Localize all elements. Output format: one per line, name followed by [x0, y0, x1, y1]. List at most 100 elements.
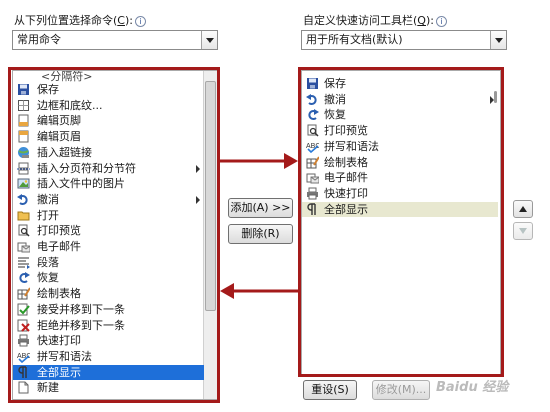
list-item[interactable]: 撤消	[302, 92, 498, 107]
quick-print-icon	[307, 187, 318, 200]
draw-table-icon	[306, 155, 319, 168]
list-item[interactable]: 打印预览	[13, 223, 204, 238]
available-commands-list[interactable]: <分隔符> 保存 边框和底纹... 编辑页脚 编辑页眉 插入超链接 插入分页符和分节符 插入…	[12, 70, 218, 400]
arrow-down-icon	[519, 228, 527, 234]
list-item[interactable]: 全部显示	[13, 364, 204, 380]
left-list-scroll-thumb[interactable]	[205, 81, 216, 311]
list-item-label: 打印预览	[37, 224, 81, 238]
show-all-icon	[18, 365, 27, 378]
list-item-label: 拒绝并移到下一条	[37, 318, 125, 332]
quick-print-icon	[18, 334, 29, 347]
list-item-label: 恢复	[37, 271, 59, 285]
quick-access-toolbar-list[interactable]: 保存撤消恢复打印预览 ABC 拼写和语法 绘制表格电子邮件 快速打印 全部显示	[301, 70, 501, 375]
customize-qat-label: 自定义快速访问工具栏(Q): i	[303, 12, 447, 28]
submenu-arrow-icon	[196, 195, 200, 204]
list-item-label: 打印预览	[324, 124, 368, 138]
reject-change-icon	[17, 319, 30, 332]
list-item[interactable]: 编辑页眉	[13, 129, 204, 144]
list-item[interactable]: 插入文件中的图片	[13, 176, 204, 191]
list-item-label: 恢复	[324, 108, 346, 122]
borders-icon	[18, 99, 29, 111]
list-item-label: 插入分页符和分节符	[37, 161, 136, 175]
list-item[interactable]: 边框和底纹...	[13, 98, 204, 113]
list-item-label: 快速打印	[37, 334, 81, 348]
list-item[interactable]: 接受并移到下一条	[13, 302, 204, 317]
choose-commands-from-dropdown[interactable]: 常用命令	[12, 30, 218, 50]
info-icon: i	[134, 15, 146, 27]
accept-change-icon	[17, 303, 30, 316]
list-item[interactable]: 快速打印	[13, 333, 204, 348]
list-item[interactable]: 恢复	[13, 270, 204, 285]
arrow-right-annotation	[220, 153, 298, 169]
print-preview-icon	[18, 224, 30, 237]
list-item[interactable]: 保存	[302, 76, 498, 91]
save-icon	[18, 84, 29, 95]
list-item[interactable]: 绘制表格	[13, 286, 204, 301]
header-icon	[18, 130, 29, 143]
customize-qat-scope-dropdown[interactable]: 用于所有文档(默认)	[301, 30, 507, 50]
remove-button[interactable]: 删除(R)	[228, 224, 293, 244]
email-icon	[306, 173, 319, 184]
list-item-label: 接受并移到下一条	[37, 302, 125, 316]
list-item[interactable]: 插入超链接	[13, 145, 204, 160]
list-item[interactable]: 段落	[13, 255, 204, 270]
list-item[interactable]: 编辑页脚	[13, 113, 204, 128]
list-item-label: 绘制表格	[324, 155, 368, 169]
list-item-label: 全部显示	[37, 365, 81, 379]
list-item[interactable]: 保存	[13, 82, 204, 97]
spelling-icon: ABC	[17, 353, 30, 363]
arrow-up-icon	[519, 206, 527, 212]
list-item-label: 段落	[37, 255, 59, 269]
list-item[interactable]: 绘制表格	[302, 155, 498, 170]
list-item[interactable]: 快速打印	[302, 186, 498, 201]
list-item[interactable]: 全部显示	[302, 201, 498, 217]
list-item[interactable]: 打开	[13, 208, 204, 223]
list-item-label: 绘制表格	[37, 287, 81, 301]
list-item-label: 编辑页脚	[37, 114, 81, 128]
list-item-label: 电子邮件	[324, 171, 368, 185]
modify-button[interactable]: 修改(M)...	[372, 380, 430, 400]
info-icon: i	[435, 15, 447, 27]
list-item[interactable]: 电子邮件	[302, 170, 498, 185]
list-item[interactable]: 撤消	[13, 192, 204, 207]
submenu-arrow-icon	[196, 164, 200, 173]
submenu-arrow-icon	[490, 95, 494, 104]
list-item[interactable]: 插入分页符和分节符	[13, 161, 204, 176]
list-item-label: 撤消	[324, 92, 346, 106]
list-item-label: 插入超链接	[37, 145, 92, 159]
chevron-down-icon[interactable]	[201, 31, 217, 49]
list-item-label: 编辑页眉	[37, 130, 81, 144]
email-icon	[17, 242, 30, 253]
list-item-label: 拼写和语法	[37, 349, 92, 363]
paragraph-icon	[18, 257, 30, 269]
arrow-left-annotation	[220, 283, 298, 299]
add-button[interactable]: 添加(A) >>	[228, 198, 293, 218]
print-preview-icon	[307, 124, 319, 137]
list-item-label: 电子邮件	[37, 240, 81, 253]
undo-icon	[17, 193, 28, 205]
list-item[interactable]: 打印预览	[302, 123, 498, 138]
reset-button[interactable]: 重设(S)	[303, 380, 357, 400]
list-item[interactable]: ABC 拼写和语法	[13, 349, 204, 364]
list-item[interactable]: ABC 拼写和语法	[302, 139, 498, 154]
footer-icon	[18, 114, 29, 127]
move-down-button[interactable]	[513, 222, 533, 240]
list-item[interactable]: 电子邮件	[13, 239, 204, 254]
list-item-label: 插入文件中的图片	[37, 177, 125, 191]
chevron-down-icon[interactable]	[490, 31, 506, 49]
left-list-scrollbar[interactable]	[203, 71, 217, 399]
list-item-label: 保存	[324, 77, 346, 90]
list-item[interactable]: 拒绝并移到下一条	[13, 318, 204, 333]
list-item-label: 全部显示	[324, 202, 368, 216]
list-item[interactable]: 新建	[13, 380, 204, 395]
spelling-icon: ABC	[306, 143, 319, 153]
undo-icon	[306, 93, 317, 105]
redo-icon	[308, 109, 319, 121]
hyperlink-icon	[18, 146, 29, 158]
move-up-button[interactable]	[513, 200, 533, 218]
list-item[interactable]: 恢复	[302, 107, 498, 122]
list-item-label: 新建	[37, 381, 59, 395]
watermark: Baidu 经验	[436, 380, 509, 395]
picture-icon	[17, 178, 30, 189]
save-icon	[307, 78, 318, 89]
